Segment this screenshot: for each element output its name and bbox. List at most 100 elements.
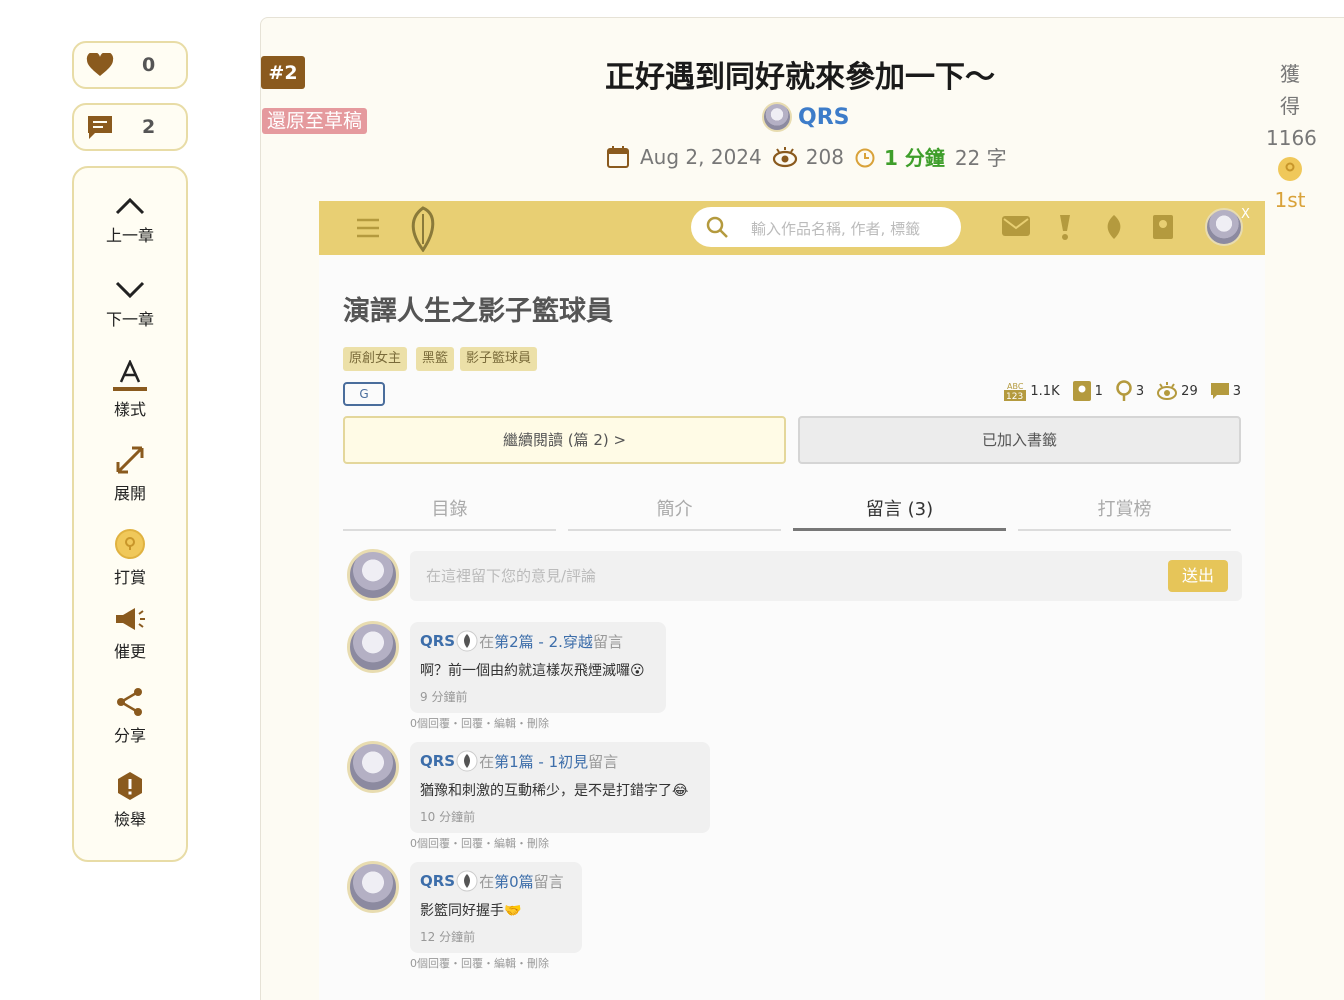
pen-badge-icon [456,750,478,772]
chapter-toolbar: 上一章 下一章 樣式 展開 打賞 催更 分享 檢舉 [72,166,188,862]
post-date: Aug 2, 2024 [640,144,762,169]
word-count: 22 字 [954,146,1007,170]
continue-reading-button[interactable]: 繼續閱讀 (篇 2) > [343,416,786,464]
post-number-badge: #2 [261,56,305,89]
award-points: 1166 [1266,126,1317,150]
close-icon[interactable]: X [1241,207,1250,222]
search-icon [706,216,728,238]
comment-user[interactable]: QRS [420,872,455,890]
book-title: 演譯人生之影子籃球員 [343,296,613,327]
clock-icon [855,148,875,167]
like-icon [1116,380,1132,401]
tag-chip[interactable]: 黑籃 [416,347,455,371]
comment-time: 12 分鐘前 [420,930,476,944]
comment-item: QRS 在第2篇 - 2.穿越 留言 啊？前一個由約就這樣灰飛煙滅囉😮 9 分鐘前 [410,622,666,713]
embedded-screenshot: 輸入作品名稱, 作者, 標籤 X 演譯人生之影子籃球員 原創女主 黑籃 影子籃球… [319,201,1265,1000]
mail-icon[interactable] [1001,213,1031,239]
award-rank: 1st [1274,188,1306,212]
comment-item: QRS 在第0篇 留言 影籃同好握手🤝 12 分鐘前 [410,862,582,953]
comment-chapter-link[interactable]: 第2篇 - 2.穿越 [494,631,593,652]
user-avatar[interactable] [1205,208,1243,246]
award-label: 獲得 [1280,62,1300,118]
tab-tip-ranking[interactable]: 打賞榜 [1018,495,1231,531]
tag-chip[interactable]: 影子籃球員 [460,347,538,371]
post-author[interactable]: QRS [762,102,850,132]
urge-update-button[interactable]: 催更 [74,604,186,662]
comment-time: 10 分鐘前 [420,810,476,824]
comment-icon [1210,383,1229,399]
svg-text:ABC: ABC [1007,382,1024,391]
shot-navbar: 輸入作品名稱, 作者, 標籤 X [319,201,1265,255]
chevron-down-icon [115,281,145,299]
prev-chapter-button[interactable]: 上一章 [74,194,186,246]
read-time: 1 分鐘 [883,146,945,170]
search-bar[interactable]: 輸入作品名稱, 作者, 標籤 [691,207,961,247]
coin-icon [115,529,145,559]
comment-count: 2 [142,116,156,138]
chevron-up-icon [115,197,145,215]
comment-icon [88,116,112,139]
report-icon [118,772,142,800]
comment-placeholder: 在這裡留下您的意見/評論 [426,567,597,585]
avatar [347,549,399,601]
expand-icon [116,446,144,474]
tab-comments[interactable]: 留言 (3) [793,495,1006,531]
menu-icon [357,218,379,238]
comment-user[interactable]: QRS [420,632,455,650]
tip-button[interactable]: 打賞 [74,528,186,588]
view-count: 208 [805,144,844,169]
award-box: 獲得 1166 1st [1266,58,1317,216]
text-style-button[interactable]: 樣式 [74,360,186,420]
bookmark-icon[interactable] [1151,213,1175,241]
coin-icon [1278,157,1302,181]
share-icon [117,688,142,716]
megaphone-icon [116,608,145,630]
calendar-icon [607,145,629,168]
bookmark-icon [1072,381,1091,401]
comment-chapter-link[interactable]: 第0篇 [494,871,534,892]
comment-button[interactable]: 2 [72,103,188,151]
share-button[interactable]: 分享 [74,686,186,746]
send-button[interactable]: 送出 [1168,560,1228,592]
avatar [347,621,399,673]
rating-badge: G [343,382,385,406]
comment-body: 啊？前一個由約就這樣灰飛煙滅囉😮 [420,663,645,679]
comment-actions[interactable]: 0個回覆・回覆・編輯・刪除 [410,955,549,971]
comment-actions[interactable]: 0個回覆・回覆・編輯・刪除 [410,835,549,851]
like-count: 0 [142,54,156,76]
like-button[interactable]: 0 [72,41,188,89]
comment-item: QRS 在第1篇 - 1初見 留言 猶豫和刺激的互動稀少，是不是打錯字了😂 10 分… [410,742,710,833]
text-style-icon [113,360,147,391]
comment-input[interactable]: 在這裡留下您的意見/評論 送出 [410,551,1242,601]
report-button[interactable]: 檢舉 [74,770,186,830]
next-chapter-button[interactable]: 下一章 [74,278,186,330]
comment-body: 猶豫和刺激的互動稀少，是不是打錯字了😂 [420,783,689,799]
author-name[interactable]: QRS [798,105,850,130]
alert-icon[interactable] [1057,213,1073,241]
avatar [347,741,399,793]
tag-chip[interactable]: 原創女主 [343,347,408,371]
eye-icon [772,146,797,167]
post-meta: Aug 2, 2024 208 1 分鐘 22 字 [606,142,1017,171]
word-count-icon: ABC123 [1004,382,1027,402]
comment-body: 影籃同好握手🤝 [420,903,522,919]
post-title: 正好遇到同好就來參加一下～ [605,60,995,95]
svg-text:123: 123 [1006,392,1023,402]
expand-button[interactable]: 展開 [74,444,186,504]
comment-time: 9 分鐘前 [420,690,468,704]
tab-intro[interactable]: 簡介 [568,495,781,531]
tab-contents[interactable]: 目錄 [343,495,556,531]
pen-icon[interactable] [1103,213,1125,241]
bookshelf-button[interactable]: 已加入書籤 [798,416,1241,464]
comment-chapter-link[interactable]: 第1篇 - 1初見 [494,751,588,772]
comment-actions[interactable]: 0個回覆・回覆・編輯・刪除 [410,715,549,731]
restore-draft-button[interactable]: 還原至草稿 [262,108,368,134]
pen-badge-icon [456,870,478,892]
search-input[interactable]: 輸入作品名稱, 作者, 標籤 [751,218,920,239]
eye-icon [1157,382,1178,400]
comment-user[interactable]: QRS [420,752,455,770]
book-stats: ABC 123 1.1K 1 3 29 3 [991,380,1241,402]
logo-icon [411,206,435,252]
pen-badge-icon [456,630,478,652]
avatar [347,861,399,913]
